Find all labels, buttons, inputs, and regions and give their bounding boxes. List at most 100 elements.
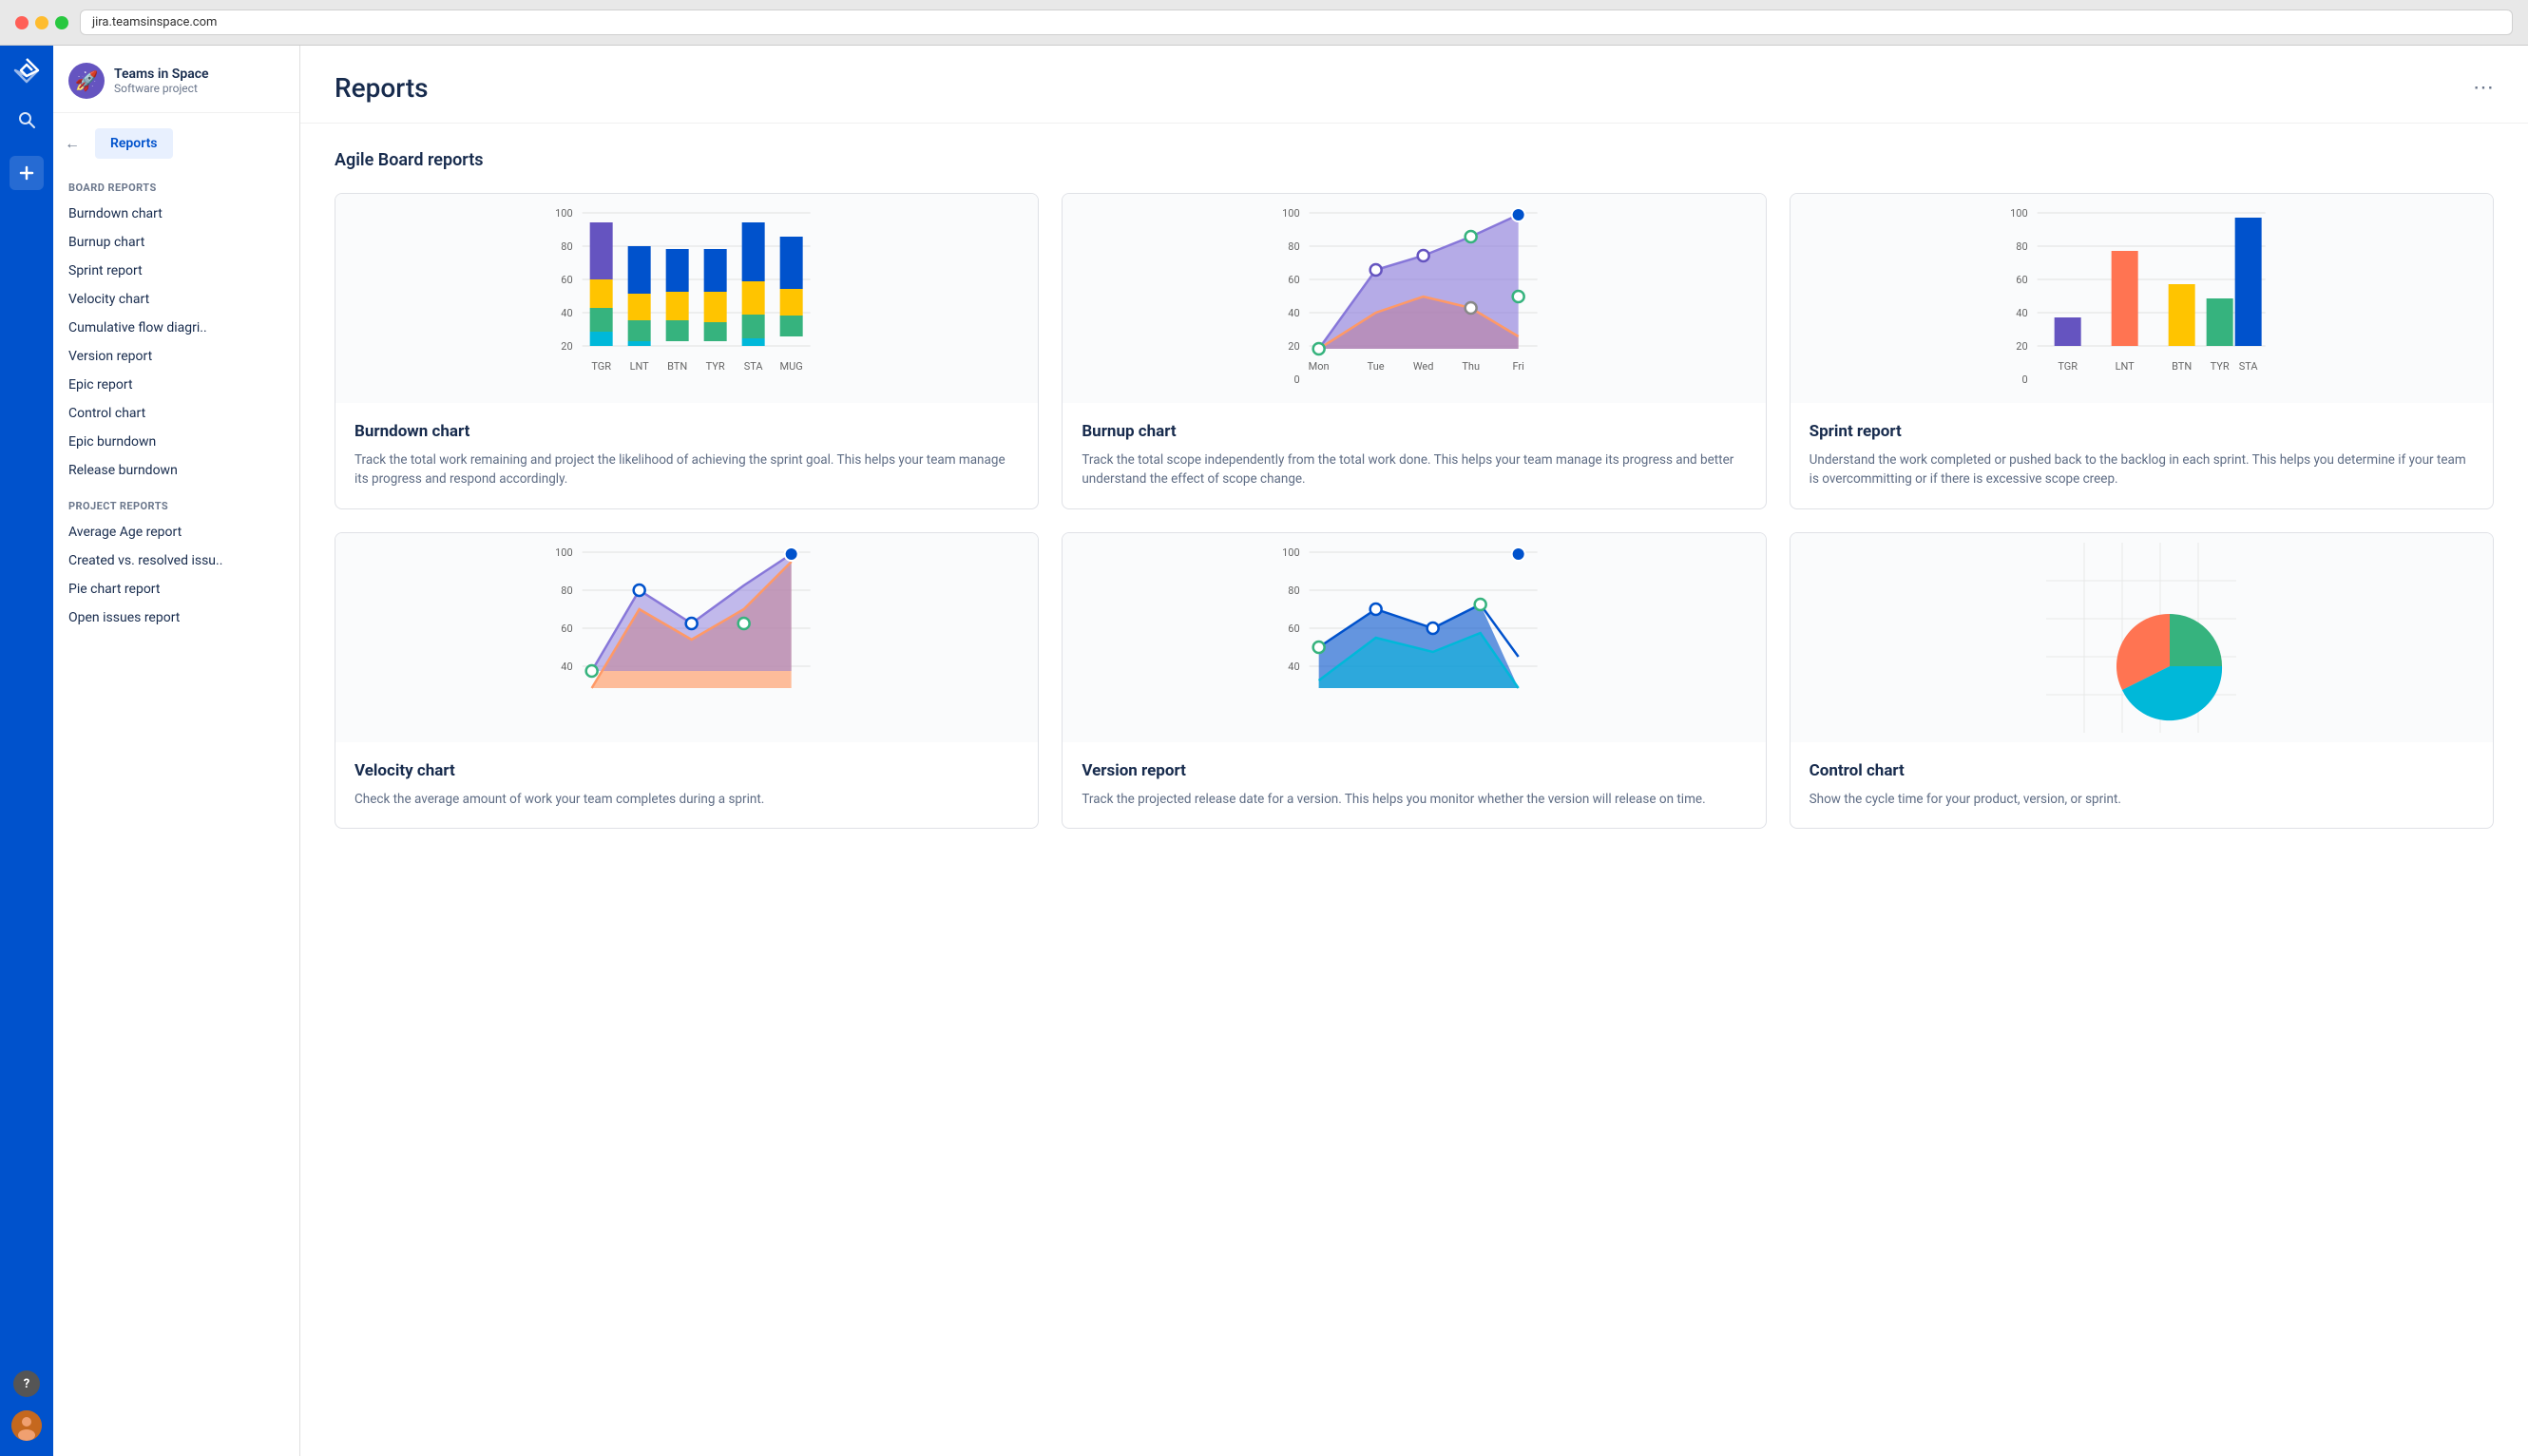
sidebar-item-pie-chart[interactable]: Pie chart report bbox=[53, 575, 299, 603]
svg-text:Fri: Fri bbox=[1513, 360, 1524, 373]
svg-text:LNT: LNT bbox=[2115, 360, 2135, 373]
version-card-body: Version report Track the projected relea… bbox=[1063, 742, 1765, 828]
sidebar-item-open-issues[interactable]: Open issues report bbox=[53, 603, 299, 632]
svg-text:TGR: TGR bbox=[591, 360, 611, 373]
svg-text:TYR: TYR bbox=[2210, 360, 2229, 373]
svg-text:100: 100 bbox=[555, 546, 573, 559]
back-arrow-icon: ← bbox=[65, 134, 80, 153]
project-info: Teams in Space Software project bbox=[114, 67, 209, 95]
control-card[interactable]: Control chart Show the cycle time for yo… bbox=[1790, 532, 2494, 829]
burnup-card-body: Burnup chart Track the total scope indep… bbox=[1063, 403, 1765, 508]
dot-green[interactable] bbox=[55, 16, 68, 29]
svg-text:Thu: Thu bbox=[1463, 360, 1481, 373]
svg-text:60: 60 bbox=[2016, 274, 2027, 286]
sidebar-navigation: ← Reports BOARD REPORTS Burndown chart B… bbox=[53, 113, 299, 640]
burndown-card-title: Burndown chart bbox=[354, 422, 1019, 441]
dot-red[interactable] bbox=[15, 16, 29, 29]
sidebar-item-burnup-chart[interactable]: Burnup chart bbox=[53, 228, 299, 257]
svg-text:20: 20 bbox=[2016, 340, 2027, 353]
sidebar-item-control-chart[interactable]: Control chart bbox=[53, 399, 299, 428]
svg-text:20: 20 bbox=[561, 340, 572, 353]
sidebar: 🚀 Teams in Space Software project ← Repo… bbox=[53, 46, 300, 1456]
sprint-card[interactable]: 100 80 60 40 20 0 bbox=[1790, 193, 2494, 509]
svg-text:100: 100 bbox=[2010, 207, 2028, 220]
svg-text:80: 80 bbox=[1289, 240, 1300, 253]
svg-text:60: 60 bbox=[1289, 274, 1300, 286]
svg-text:40: 40 bbox=[2016, 307, 2027, 319]
svg-text:Tue: Tue bbox=[1368, 360, 1385, 373]
svg-text:40: 40 bbox=[1289, 661, 1300, 673]
control-card-body: Control chart Show the cycle time for yo… bbox=[1791, 742, 2493, 828]
search-nav-icon[interactable] bbox=[10, 103, 44, 137]
control-chart-preview bbox=[1791, 533, 2493, 742]
burnup-card-desc: Track the total scope independently from… bbox=[1082, 450, 1746, 489]
sidebar-item-version-report[interactable]: Version report bbox=[53, 342, 299, 371]
sidebar-item-burndown-chart[interactable]: Burndown chart bbox=[53, 200, 299, 228]
dot-yellow[interactable] bbox=[35, 16, 48, 29]
main-content: Reports ⋯ Agile Board reports bbox=[300, 46, 2528, 1456]
svg-text:0: 0 bbox=[1294, 374, 1300, 386]
project-reports-label: PROJECT REPORTS bbox=[53, 485, 299, 518]
svg-text:60: 60 bbox=[561, 623, 572, 635]
back-button[interactable]: ← Reports bbox=[53, 121, 299, 166]
velocity-card[interactable]: 100 80 60 40 bbox=[335, 532, 1039, 829]
svg-text:60: 60 bbox=[561, 274, 572, 286]
agile-board-section-title: Agile Board reports bbox=[335, 150, 2494, 170]
sidebar-item-average-age[interactable]: Average Age report bbox=[53, 518, 299, 546]
sidebar-item-velocity-chart[interactable]: Velocity chart bbox=[53, 285, 299, 314]
sidebar-item-sprint-report[interactable]: Sprint report bbox=[53, 257, 299, 285]
sidebar-project-header: 🚀 Teams in Space Software project bbox=[53, 46, 299, 113]
sidebar-item-cumulative-flow[interactable]: Cumulative flow diagri.. bbox=[53, 314, 299, 342]
browser-dots bbox=[15, 16, 68, 29]
sprint-card-desc: Understand the work completed or pushed … bbox=[1810, 450, 2474, 489]
sidebar-item-epic-burndown[interactable]: Epic burndown bbox=[53, 428, 299, 456]
sprint-chart-preview: 100 80 60 40 20 0 bbox=[1791, 194, 2493, 403]
velocity-card-desc: Check the average amount of work your te… bbox=[354, 790, 1019, 809]
control-card-title: Control chart bbox=[1810, 761, 2474, 780]
svg-text:80: 80 bbox=[561, 240, 572, 253]
project-type: Software project bbox=[114, 82, 209, 95]
sidebar-item-created-vs-resolved[interactable]: Created vs. resolved issu.. bbox=[53, 546, 299, 575]
burndown-card-desc: Track the total work remaining and proje… bbox=[354, 450, 1019, 489]
far-left-nav: ? bbox=[0, 46, 53, 1456]
svg-text:BTN: BTN bbox=[667, 360, 687, 373]
user-avatar[interactable] bbox=[11, 1410, 42, 1441]
page-title: Reports bbox=[335, 72, 429, 104]
svg-text:BTN: BTN bbox=[2172, 360, 2192, 373]
svg-text:40: 40 bbox=[561, 661, 572, 673]
board-reports-label: BOARD REPORTS bbox=[53, 166, 299, 200]
project-avatar: 🚀 bbox=[68, 63, 105, 99]
sidebar-item-release-burndown[interactable]: Release burndown bbox=[53, 456, 299, 485]
browser-chrome: jira.teamsinspace.com bbox=[0, 0, 2528, 46]
version-card-desc: Track the projected release date for a v… bbox=[1082, 790, 1746, 809]
burnup-card[interactable]: 100 80 60 40 20 0 bbox=[1062, 193, 1766, 509]
svg-text:0: 0 bbox=[2021, 374, 2027, 386]
velocity-card-body: Velocity chart Check the average amount … bbox=[335, 742, 1038, 828]
svg-text:80: 80 bbox=[1289, 584, 1300, 597]
help-button[interactable]: ? bbox=[13, 1370, 40, 1397]
current-section-label[interactable]: Reports bbox=[95, 128, 173, 159]
svg-text:TGR: TGR bbox=[2058, 360, 2078, 373]
address-bar[interactable]: jira.teamsinspace.com bbox=[80, 10, 2513, 35]
svg-text:20: 20 bbox=[1289, 340, 1300, 353]
svg-text:40: 40 bbox=[561, 307, 572, 319]
version-card[interactable]: 100 80 60 40 bbox=[1062, 532, 1766, 829]
burndown-card[interactable]: 100 80 60 40 20 bbox=[335, 193, 1039, 509]
create-nav-icon[interactable] bbox=[10, 156, 44, 190]
control-card-desc: Show the cycle time for your product, ve… bbox=[1810, 790, 2474, 809]
burndown-chart-preview: 100 80 60 40 20 bbox=[335, 194, 1038, 403]
burndown-card-body: Burndown chart Track the total work rema… bbox=[335, 403, 1038, 508]
more-options-button[interactable]: ⋯ bbox=[2473, 76, 2494, 100]
svg-text:80: 80 bbox=[561, 584, 572, 597]
sprint-card-title: Sprint report bbox=[1810, 422, 2474, 441]
sidebar-item-epic-report[interactable]: Epic report bbox=[53, 371, 299, 399]
svg-text:STA: STA bbox=[2238, 360, 2258, 373]
svg-text:100: 100 bbox=[1282, 546, 1300, 559]
version-card-title: Version report bbox=[1082, 761, 1746, 780]
svg-text:Wed: Wed bbox=[1413, 360, 1434, 373]
jira-logo[interactable] bbox=[13, 57, 40, 84]
burnup-chart-preview: 100 80 60 40 20 0 bbox=[1063, 194, 1765, 403]
nav-bottom: ? bbox=[11, 1370, 42, 1441]
svg-text:STA: STA bbox=[744, 360, 764, 373]
app: ? 🚀 Teams in Space Software project ← Re… bbox=[0, 46, 2528, 1456]
